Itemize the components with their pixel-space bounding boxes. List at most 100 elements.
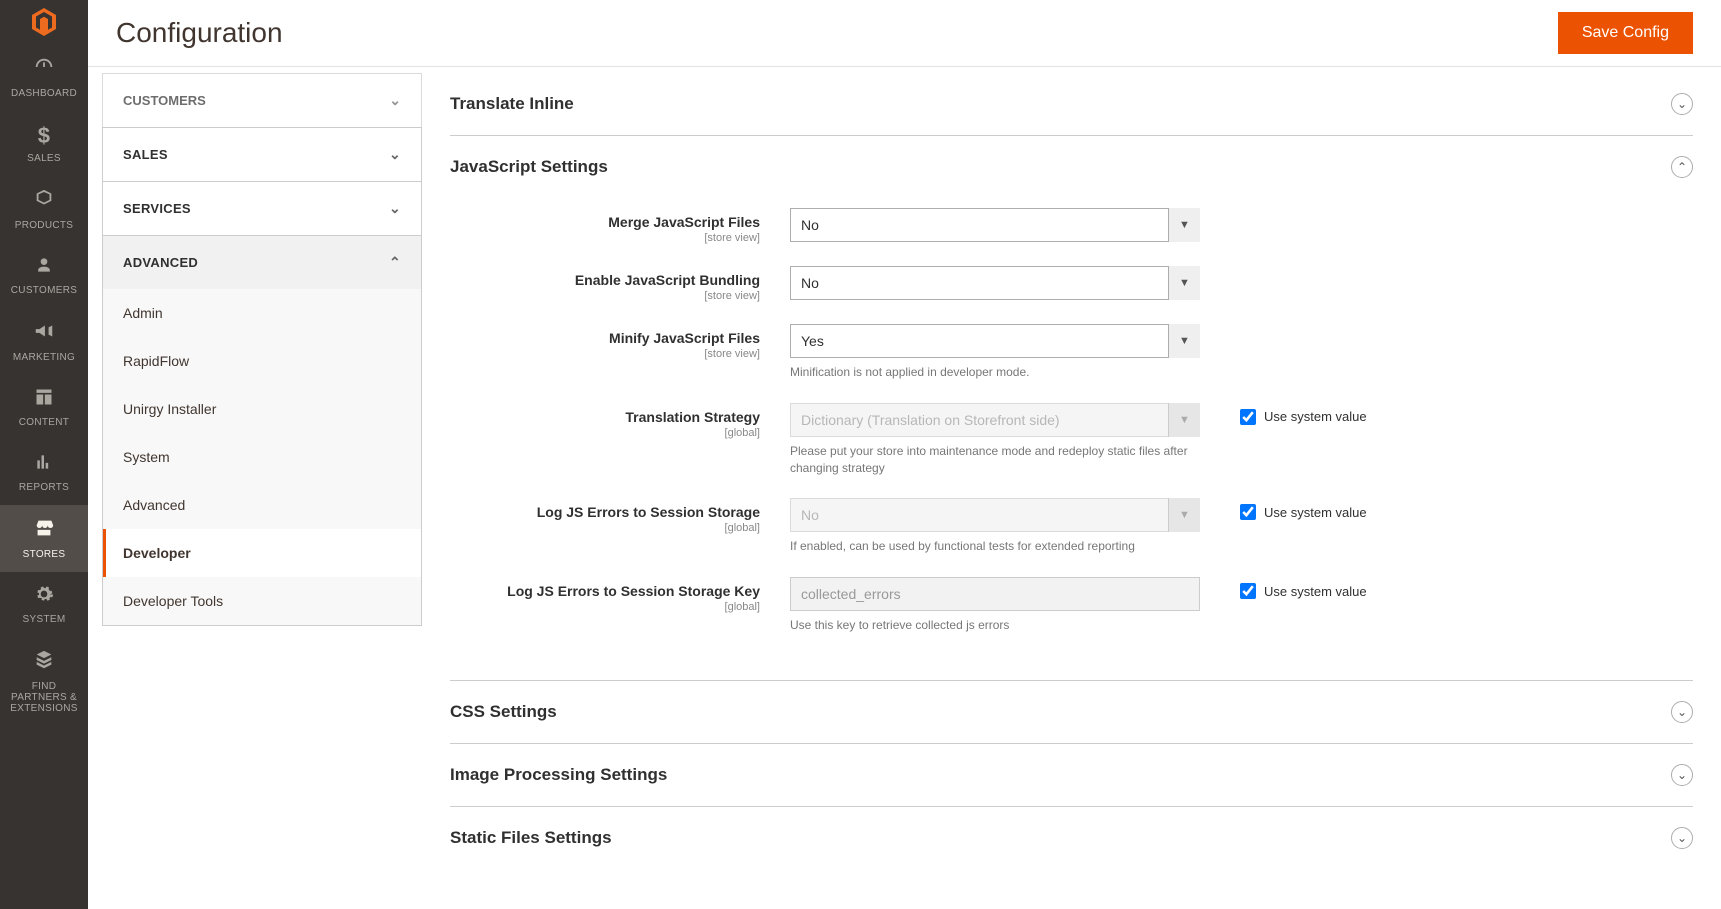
field-note: Minification is not applied in developer…	[790, 364, 1200, 381]
main: Configuration Save Config CUSTOMERS ⌄ SA…	[88, 0, 1721, 909]
nav-item-partners[interactable]: FIND PARTNERS & EXTENSIONS	[0, 637, 88, 726]
field-extra-col	[1200, 208, 1693, 214]
nav-item-sales[interactable]: $ SALES	[0, 111, 88, 176]
chevron-down-icon: ⌄	[389, 146, 401, 163]
sales-icon: $	[38, 123, 51, 149]
tab-section-label: SALES	[123, 147, 168, 162]
products-icon	[33, 188, 55, 216]
field-label-col: Log JS Errors to Session Storage Key [glo…	[450, 577, 790, 613]
select-enable-javascript-bundling[interactable]: No	[790, 266, 1200, 300]
nav-label: MARKETING	[13, 352, 75, 363]
field-scope: [store view]	[450, 232, 760, 244]
field-scope: [store view]	[450, 348, 760, 360]
field-scope: [global]	[450, 427, 760, 439]
field-label: Log JS Errors to Session Storage Key	[450, 583, 760, 599]
nav-label: CUSTOMERS	[11, 285, 77, 296]
use-system-label: Use system value	[1264, 409, 1367, 424]
select-wrap: Yes▼	[790, 324, 1200, 358]
fieldset-header[interactable]: Static Files Settings⌄	[450, 807, 1693, 869]
field-input-col: No▼If enabled, can be used by functional…	[790, 498, 1200, 555]
collapse-toggle-icon: ⌄	[1671, 93, 1693, 115]
nav-item-stores[interactable]: STORES	[0, 505, 88, 572]
use-system-label: Use system value	[1264, 505, 1367, 520]
field-input-col: Use this key to retrieve collected js er…	[790, 577, 1200, 634]
page-title: Configuration	[116, 17, 283, 49]
fieldset-header[interactable]: Translate Inline⌄	[450, 73, 1693, 135]
tab-section: SERVICES⌄	[102, 182, 422, 236]
select-log-js-errors-to-session-storage: No	[790, 498, 1200, 532]
nav-label: SALES	[27, 153, 61, 164]
field-label: Merge JavaScript Files	[450, 214, 760, 230]
field-note: Use this key to retrieve collected js er…	[790, 617, 1200, 634]
fieldset: JavaScript Settings⌃ Merge JavaScript Fil…	[450, 135, 1693, 680]
fieldset-header[interactable]: JavaScript Settings⌃	[450, 136, 1693, 198]
use-system-checkbox[interactable]	[1240, 504, 1256, 520]
nav-item-reports[interactable]: REPORTS	[0, 440, 88, 505]
collapse-toggle-icon: ⌄	[1671, 764, 1693, 786]
tab-item-system[interactable]: System	[103, 433, 421, 481]
nav-item-customers[interactable]: CUSTOMERS	[0, 243, 88, 308]
nav-label: STORES	[23, 549, 66, 560]
text-input-log-js-errors-to-session-storage-key	[790, 577, 1200, 611]
tab-item-unirgy-installer[interactable]: Unirgy Installer	[103, 385, 421, 433]
field-label: Log JS Errors to Session Storage	[450, 504, 760, 520]
field-extra-col	[1200, 266, 1693, 272]
nav-item-dashboard[interactable]: DASHBOARD	[0, 44, 88, 111]
fieldset: Translate Inline⌄	[450, 73, 1693, 135]
config-tabs: CUSTOMERS ⌄ SALES⌄SERVICES⌄ADVANCED⌃Admi…	[102, 73, 422, 909]
nav-item-marketing[interactable]: MARKETING	[0, 308, 88, 375]
select-wrap: No▼	[790, 498, 1200, 532]
nav-label: FIND PARTNERS & EXTENSIONS	[4, 681, 84, 714]
field-input-col: No▼	[790, 208, 1200, 242]
stores-icon	[33, 517, 55, 545]
page-header: Configuration Save Config	[88, 0, 1721, 67]
field-row: Log JS Errors to Session Storage Key [glo…	[450, 577, 1693, 634]
fieldset-title: Image Processing Settings	[450, 765, 667, 785]
tab-section-header[interactable]: SERVICES⌄	[103, 182, 421, 235]
nav-item-products[interactable]: PRODUCTS	[0, 176, 88, 243]
field-scope: [store view]	[450, 290, 760, 302]
chevron-down-icon: ⌄	[389, 200, 401, 217]
fieldset: Static Files Settings⌄	[450, 806, 1693, 869]
use-system-checkbox[interactable]	[1240, 583, 1256, 599]
tab-item-advanced[interactable]: Advanced	[103, 481, 421, 529]
tab-section-header[interactable]: ADVANCED⌃	[103, 236, 421, 289]
marketing-icon	[33, 320, 55, 348]
tab-section-label: CUSTOMERS	[123, 93, 206, 108]
fieldset-header[interactable]: CSS Settings⌄	[450, 681, 1693, 743]
field-label: Translation Strategy	[450, 409, 760, 425]
collapse-toggle-icon: ⌄	[1671, 827, 1693, 849]
field-row: Minify JavaScript Files[store view]Yes▼M…	[450, 324, 1693, 381]
fieldset: Image Processing Settings ⌄	[450, 743, 1693, 806]
field-note: Please put your store into maintenance m…	[790, 443, 1200, 477]
collapse-toggle-icon: ⌃	[1671, 156, 1693, 178]
nav-item-content[interactable]: CONTENT	[0, 375, 88, 440]
field-input-col: No▼	[790, 266, 1200, 300]
tab-item-developer-tools[interactable]: Developer Tools	[103, 577, 421, 625]
tab-item-rapidflow[interactable]: RapidFlow	[103, 337, 421, 385]
use-system-checkbox-wrap: Use system value	[1240, 583, 1693, 599]
dashboard-icon	[33, 56, 55, 84]
select-merge-javascript-files[interactable]: No	[790, 208, 1200, 242]
field-label-col: Merge JavaScript Files [store view]	[450, 208, 790, 244]
tab-section-header[interactable]: SALES ⌄	[103, 128, 421, 181]
save-config-button[interactable]: Save Config	[1558, 12, 1693, 54]
field-row: Log JS Errors to Session Storage [global]…	[450, 498, 1693, 555]
content: CUSTOMERS ⌄ SALES⌄SERVICES⌄ADVANCED⌃Admi…	[88, 67, 1721, 909]
nav-item-system[interactable]: SYSTEM	[0, 572, 88, 637]
magento-logo[interactable]	[0, 0, 88, 44]
field-label-col: Enable JavaScript Bundling[store view]	[450, 266, 790, 302]
fieldset: CSS Settings⌄	[450, 680, 1693, 743]
partners-icon	[33, 649, 55, 677]
field-scope: [global]	[450, 601, 760, 613]
select-minify-javascript-files[interactable]: Yes	[790, 324, 1200, 358]
use-system-checkbox[interactable]	[1240, 409, 1256, 425]
tab-section: SALES ⌄	[102, 127, 422, 182]
tab-section-customers[interactable]: CUSTOMERS ⌄	[102, 73, 422, 127]
tab-item-admin[interactable]: Admin	[103, 289, 421, 337]
field-scope: [global]	[450, 522, 760, 534]
fieldset-header[interactable]: Image Processing Settings ⌄	[450, 744, 1693, 806]
select-wrap: No▼	[790, 266, 1200, 300]
tab-item-developer[interactable]: Developer	[103, 529, 421, 577]
field-label-col: Translation Strategy [global]	[450, 403, 790, 439]
